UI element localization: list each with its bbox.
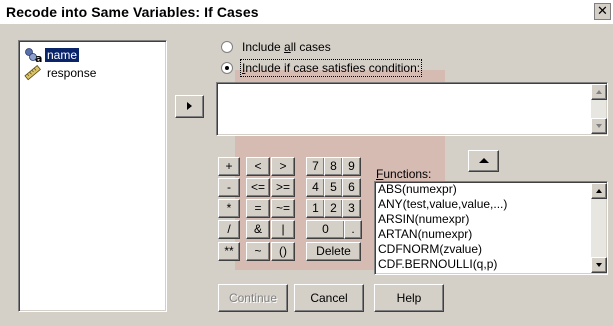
scroll-up-button[interactable] — [591, 84, 607, 100]
function-item[interactable]: CDFNORM(zvalue) — [375, 242, 590, 257]
close-icon[interactable]: ✕ — [594, 3, 611, 20]
window-title: Recode into Same Variables: If Cases — [6, 4, 259, 20]
keypad-key[interactable]: & — [246, 220, 270, 239]
keypad-key[interactable]: 7 — [306, 157, 325, 176]
keypad-key[interactable]: ~ — [246, 242, 270, 261]
variable-list[interactable]: a name response — [18, 40, 167, 312]
move-variable-button[interactable] — [175, 95, 204, 118]
include-all-label: Include all cases — [242, 40, 331, 54]
functions-label: Functions: — [376, 167, 432, 181]
variable-item-name[interactable]: a name — [23, 47, 80, 65]
condition-scrollbar[interactable] — [591, 84, 607, 134]
paste-function-button[interactable] — [468, 150, 499, 172]
keypad-key[interactable]: 6 — [342, 178, 361, 197]
scale-variable-icon — [23, 64, 45, 81]
condition-expression-field[interactable] — [216, 82, 608, 136]
include-if-radio[interactable] — [221, 62, 233, 74]
include-if-label: Include if case satisfies condition: — [239, 59, 423, 77]
keypad-key[interactable]: ~= — [271, 199, 295, 218]
keypad-key[interactable]: 1 — [306, 199, 325, 218]
keypad-key[interactable]: 0 — [306, 220, 345, 239]
scroll-up-button[interactable] — [591, 183, 607, 199]
keypad-key[interactable]: < — [246, 157, 270, 176]
keypad-key[interactable]: ** — [218, 242, 240, 261]
help-button[interactable]: Help — [374, 284, 444, 312]
function-item[interactable]: ABS(numexpr) — [375, 182, 590, 197]
keypad-key[interactable]: <= — [246, 178, 270, 197]
include-all-cases-option[interactable]: Include all cases — [221, 39, 331, 55]
function-item[interactable]: ARSIN(numexpr) — [375, 212, 590, 227]
include-all-radio[interactable] — [221, 41, 233, 53]
keypad-key[interactable]: / — [218, 220, 240, 239]
keypad-key[interactable]: () — [271, 242, 295, 261]
continue-button[interactable]: Continue — [218, 284, 288, 312]
variable-item-response[interactable]: response — [23, 64, 98, 81]
keypad-key[interactable]: Delete — [306, 242, 361, 261]
keypad-key[interactable]: 8 — [324, 157, 343, 176]
keypad-key[interactable]: 3 — [342, 199, 361, 218]
keypad-key[interactable]: 9 — [342, 157, 361, 176]
svg-text:a: a — [35, 52, 42, 63]
keypad-key[interactable]: + — [218, 157, 240, 176]
keypad-key[interactable]: 2 — [324, 199, 343, 218]
string-variable-icon: a — [23, 47, 45, 65]
title-bar: Recode into Same Variables: If Cases ✕ — [0, 0, 613, 24]
function-item[interactable]: ARTAN(numexpr) — [375, 227, 590, 242]
keypad-key[interactable]: > — [271, 157, 295, 176]
arrow-up-icon — [596, 90, 602, 94]
keypad-key[interactable]: 4 — [306, 178, 325, 197]
keypad-key[interactable]: >= — [271, 178, 295, 197]
keypad-key[interactable]: 5 — [324, 178, 343, 197]
variable-label: response — [47, 66, 97, 80]
include-if-condition-option[interactable]: Include if case satisfies condition: — [221, 59, 423, 77]
scroll-down-button[interactable] — [591, 118, 607, 134]
arrow-down-icon — [596, 124, 602, 128]
arrow-down-icon — [596, 263, 602, 267]
keypad-key[interactable]: . — [344, 220, 362, 239]
function-item[interactable]: CDF.BERNOULLI(q,p) — [375, 257, 590, 272]
scroll-down-button[interactable] — [591, 257, 607, 273]
keypad-key[interactable]: | — [271, 220, 295, 239]
keypad-key[interactable]: = — [246, 199, 270, 218]
cancel-button[interactable]: Cancel — [294, 284, 364, 312]
arrow-up-icon — [596, 189, 602, 193]
keypad-key[interactable]: - — [218, 178, 240, 197]
functions-list[interactable]: ABS(numexpr) ANY(test,value,value,...) ARS… — [374, 181, 608, 275]
variable-label: name — [45, 48, 80, 62]
functions-scrollbar[interactable] — [591, 183, 607, 273]
keypad-key[interactable]: * — [218, 199, 240, 218]
function-item[interactable]: ANY(test,value,value,...) — [375, 197, 590, 212]
